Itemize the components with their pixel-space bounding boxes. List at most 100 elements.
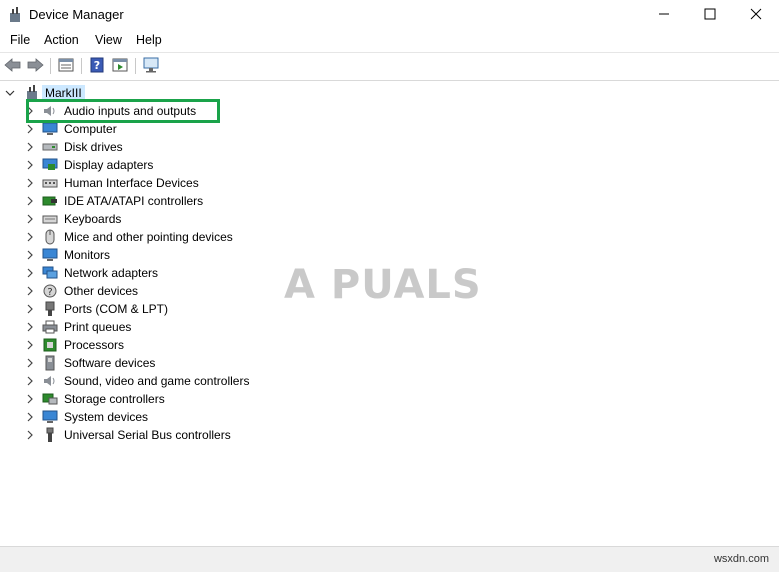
tree-item[interactable]: Network adapters <box>24 264 158 282</box>
svg-text:?: ? <box>47 287 52 298</box>
back-button[interactable] <box>3 56 23 76</box>
tree-item-label: Processors <box>64 338 125 352</box>
run-icon <box>112 57 128 76</box>
chevron-right-icon[interactable] <box>24 429 36 441</box>
scan-hardware-button[interactable] <box>141 56 161 76</box>
system-devices-icon <box>42 409 58 425</box>
back-arrow-icon <box>4 57 22 76</box>
other-devices-icon: ? <box>42 283 58 299</box>
highlight-annotation <box>26 99 220 123</box>
tree-item[interactable]: ? Other devices <box>24 282 138 300</box>
keyboard-icon <box>42 211 58 227</box>
toolbar-divider <box>135 58 136 74</box>
tree-item-label: Sound, video and game controllers <box>64 374 250 388</box>
tree-item[interactable]: Software devices <box>24 354 155 372</box>
tree-item-label: Disk drives <box>64 140 123 154</box>
chevron-right-icon[interactable] <box>24 231 36 243</box>
tree-item-label: Keyboards <box>64 212 122 226</box>
tree-item[interactable]: Sound, video and game controllers <box>24 372 249 390</box>
ide-controller-icon <box>42 193 58 209</box>
chevron-right-icon[interactable] <box>24 123 36 135</box>
tree-item-label: Mice and other pointing devices <box>64 230 233 244</box>
toolbar-divider-line <box>0 80 779 81</box>
menu-file[interactable]: File <box>8 33 32 47</box>
forward-arrow-icon <box>26 57 44 76</box>
tree-item[interactable]: Universal Serial Bus controllers <box>24 426 231 444</box>
maximize-icon <box>704 8 716 23</box>
tree-item[interactable]: Human Interface Devices <box>24 174 199 192</box>
tree-item[interactable]: Mice and other pointing devices <box>24 228 233 246</box>
site-label: wsxdn.com <box>713 553 769 565</box>
minimize-icon <box>658 8 670 23</box>
chevron-right-icon[interactable] <box>24 141 36 153</box>
chevron-right-icon[interactable] <box>24 303 36 315</box>
watermark-logo: A PUALS <box>284 262 482 308</box>
software-device-icon <box>42 355 58 371</box>
chevron-right-icon[interactable] <box>24 375 36 387</box>
close-icon <box>750 8 762 23</box>
menu-bar: File Action View Help <box>0 31 779 51</box>
chevron-right-icon[interactable] <box>24 177 36 189</box>
chevron-right-icon[interactable] <box>24 249 36 261</box>
network-adapter-icon <box>42 265 58 281</box>
window-title: Device Manager <box>29 7 124 22</box>
speaker-icon <box>42 373 58 389</box>
tree-item-label: Monitors <box>64 248 111 262</box>
tree-item[interactable]: Keyboards <box>24 210 121 228</box>
close-button[interactable] <box>733 0 779 30</box>
tree-item-label: Network adapters <box>64 266 159 280</box>
printer-icon <box>42 319 58 335</box>
chevron-right-icon[interactable] <box>24 357 36 369</box>
toolbar-divider <box>81 58 82 74</box>
tree-item[interactable]: Monitors <box>24 246 110 264</box>
maximize-button[interactable] <box>687 0 733 30</box>
tree-item-label: Print queues <box>64 320 132 334</box>
properties-button[interactable] <box>56 56 76 76</box>
display-adapter-icon <box>42 157 58 173</box>
tree-item-label: Display adapters <box>64 158 154 172</box>
processor-icon <box>42 337 58 353</box>
chevron-right-icon[interactable] <box>24 159 36 171</box>
tree-item[interactable]: Disk drives <box>24 138 123 156</box>
minimize-button[interactable] <box>641 0 687 30</box>
tree-item[interactable]: Print queues <box>24 318 131 336</box>
chevron-right-icon[interactable] <box>24 213 36 225</box>
tree-item-label: Ports (COM & LPT) <box>64 302 169 316</box>
chevron-right-icon[interactable] <box>24 285 36 297</box>
tree-item-label: System devices <box>64 410 149 424</box>
tree-item-label: Other devices <box>64 284 139 298</box>
device-manager-icon <box>8 7 22 23</box>
chevron-right-icon[interactable] <box>24 339 36 351</box>
port-icon <box>42 301 58 317</box>
device-tree: MarkIII Audio inputs and outputs Computer… <box>0 82 779 546</box>
tree-item[interactable]: System devices <box>24 408 148 426</box>
chevron-right-icon[interactable] <box>24 411 36 423</box>
chevron-right-icon[interactable] <box>24 393 36 405</box>
storage-controller-icon <box>42 391 58 407</box>
run-button[interactable] <box>110 56 130 76</box>
monitor-icon <box>142 57 160 76</box>
menu-action[interactable]: Action <box>42 33 81 47</box>
hid-icon <box>42 175 58 191</box>
chevron-right-icon[interactable] <box>24 195 36 207</box>
tree-item[interactable]: Storage controllers <box>24 390 165 408</box>
help-button[interactable]: ? <box>87 56 107 76</box>
forward-button[interactable] <box>25 56 45 76</box>
tree-item-label: IDE ATA/ATAPI controllers <box>64 194 204 208</box>
tree-item[interactable]: Processors <box>24 336 124 354</box>
chevron-right-icon[interactable] <box>24 267 36 279</box>
computer-icon <box>42 121 58 137</box>
chevron-down-icon[interactable] <box>4 87 16 99</box>
monitor-icon <box>42 247 58 263</box>
chevron-right-icon[interactable] <box>24 321 36 333</box>
title-bar: Device Manager <box>0 0 779 30</box>
tree-item[interactable]: Display adapters <box>24 156 153 174</box>
tree-item[interactable]: Ports (COM & LPT) <box>24 300 168 318</box>
tree-item[interactable]: IDE ATA/ATAPI controllers <box>24 192 203 210</box>
menu-help[interactable]: Help <box>134 33 164 47</box>
menu-view[interactable]: View <box>93 33 124 47</box>
status-bar: wsxdn.com <box>0 546 779 572</box>
properties-icon <box>58 57 74 76</box>
toolbar: ? <box>0 53 779 79</box>
tree-item-label: Software devices <box>64 356 156 370</box>
